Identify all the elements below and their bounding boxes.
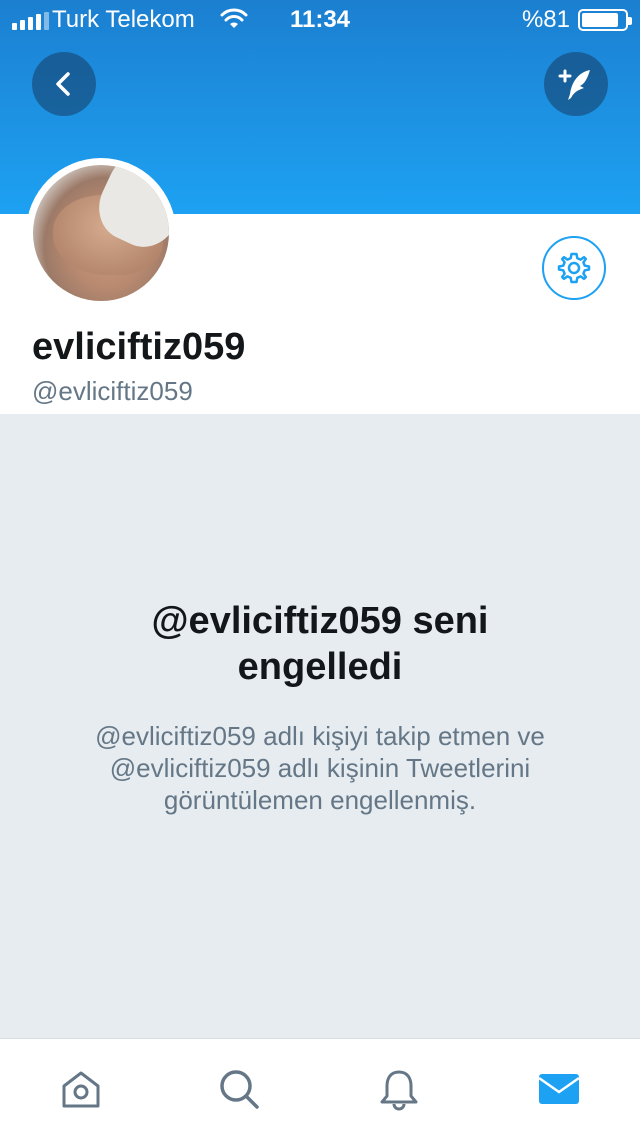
blocked-title: @evliciftiz059 seni engelledi — [151, 600, 489, 688]
profile-avatar[interactable] — [26, 158, 176, 308]
gear-icon — [557, 252, 591, 284]
tab-notifications[interactable] — [375, 1065, 423, 1113]
home-icon — [62, 1071, 100, 1108]
battery-percentage: %81 — [521, 6, 570, 33]
profile-handle: @evliciftiz059 — [32, 376, 193, 406]
tab-home[interactable] — [57, 1065, 105, 1113]
back-button[interactable] — [32, 52, 96, 116]
status-bar: Turk Telekom 11:34 %81 — [0, 0, 640, 40]
compose-tweet-button[interactable] — [544, 52, 608, 116]
profile-settings-button[interactable] — [542, 236, 606, 300]
chevron-left-icon — [56, 72, 70, 96]
bell-icon — [380, 1070, 418, 1111]
profile-display-name: evliciftiz059 — [32, 326, 246, 368]
blocked-description: @evliciftiz059 adlı kişiyi takip etmen v… — [95, 721, 545, 815]
blocked-notice-panel: @evliciftiz059 seni engelledi @evlicifti… — [0, 414, 640, 1038]
battery-icon — [578, 9, 632, 31]
avatar-image — [33, 165, 169, 301]
compose-feather-icon — [558, 69, 590, 100]
bottom-tab-bar — [0, 1038, 640, 1136]
mail-icon — [538, 1074, 580, 1104]
tab-search[interactable] — [215, 1065, 263, 1113]
search-icon — [220, 1070, 259, 1109]
tab-messages[interactable] — [535, 1065, 583, 1113]
